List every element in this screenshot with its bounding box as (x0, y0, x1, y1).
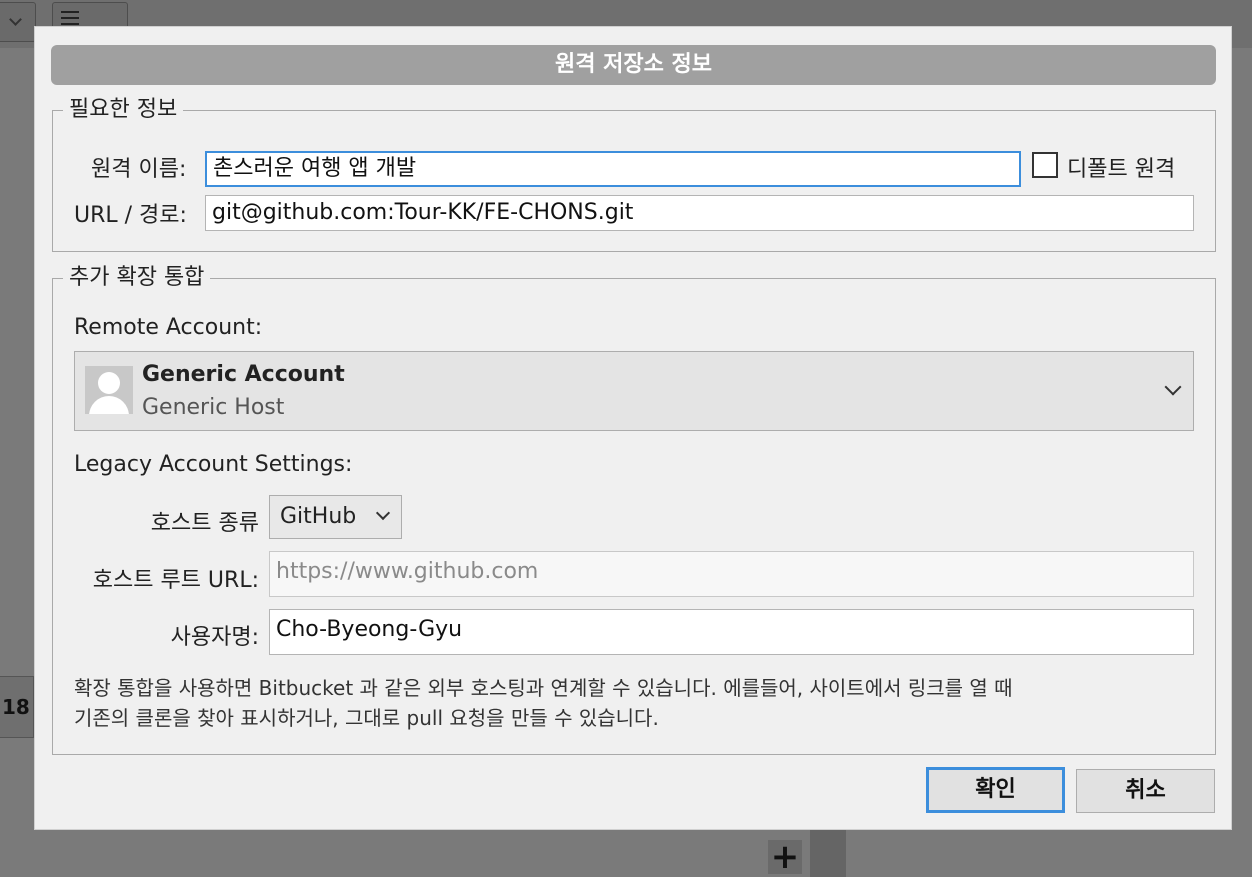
account-name: Generic Account (142, 362, 345, 387)
hamburger-icon-middle (61, 17, 79, 19)
required-info-legend: 필요한 정보 (69, 97, 178, 122)
ok-button[interactable]: 확인 (926, 767, 1065, 813)
background-left-strip: 18 (0, 676, 34, 738)
plus-icon: + (768, 840, 802, 874)
host-root-url-label: 호스트 루트 URL: (92, 568, 259, 593)
legacy-settings-label: Legacy Account Settings: (74, 452, 353, 477)
default-remote-label: 디폴트 원격 (1067, 157, 1176, 182)
background-bottom-column (810, 830, 846, 877)
info-line-1: 확장 통합을 사용하면 Bitbucket 과 같은 외부 호스팅과 연계할 수… (74, 676, 1013, 700)
username-label: 사용자명: (170, 625, 259, 650)
info-line-2: 기존의 클론을 찾아 표시하거나, 그대로 pull 요청을 만들 수 있습니다… (74, 706, 659, 730)
integration-info-text: 확장 통합을 사용하면 Bitbucket 과 같은 외부 호스팅과 연계할 수… (74, 673, 1194, 733)
remote-repository-dialog: 원격 저장소 정보 필요한 정보 원격 이름: 촌스러운 여행 앱 개발 디폴트… (34, 26, 1232, 830)
remote-account-label: Remote Account: (74, 315, 263, 340)
username-input[interactable]: Cho-Byeong-Gyu (269, 609, 1194, 655)
remote-name-label: 원격 이름: (91, 157, 187, 182)
account-host: Generic Host (142, 395, 285, 420)
extended-integration-legend: 추가 확장 통합 (69, 265, 205, 290)
avatar (85, 366, 133, 414)
background-dropdown-button (0, 2, 36, 42)
chevron-down-icon (9, 13, 22, 26)
cancel-button[interactable]: 취소 (1076, 769, 1215, 813)
host-type-value: GitHub (280, 504, 357, 529)
host-type-label: 호스트 종류 (150, 511, 259, 536)
host-root-url-input[interactable]: https://www.github.com (269, 551, 1194, 597)
default-remote-checkbox[interactable] (1032, 152, 1058, 178)
chevron-down-icon (1164, 378, 1182, 396)
remote-name-input[interactable]: 촌스러운 여행 앱 개발 (205, 151, 1021, 187)
dialog-title: 원격 저장소 정보 (51, 45, 1216, 85)
avatar-body (89, 396, 129, 414)
avatar-head (98, 372, 120, 394)
remote-account-select[interactable]: Generic Account Generic Host (74, 351, 1194, 431)
chevron-down-icon (375, 505, 391, 521)
url-path-label: URL / 경로: (74, 203, 187, 228)
host-type-select[interactable]: GitHub (269, 495, 402, 539)
url-path-input[interactable]: git@github.com:Tour-KK/FE-CHONS.git (205, 195, 1194, 231)
